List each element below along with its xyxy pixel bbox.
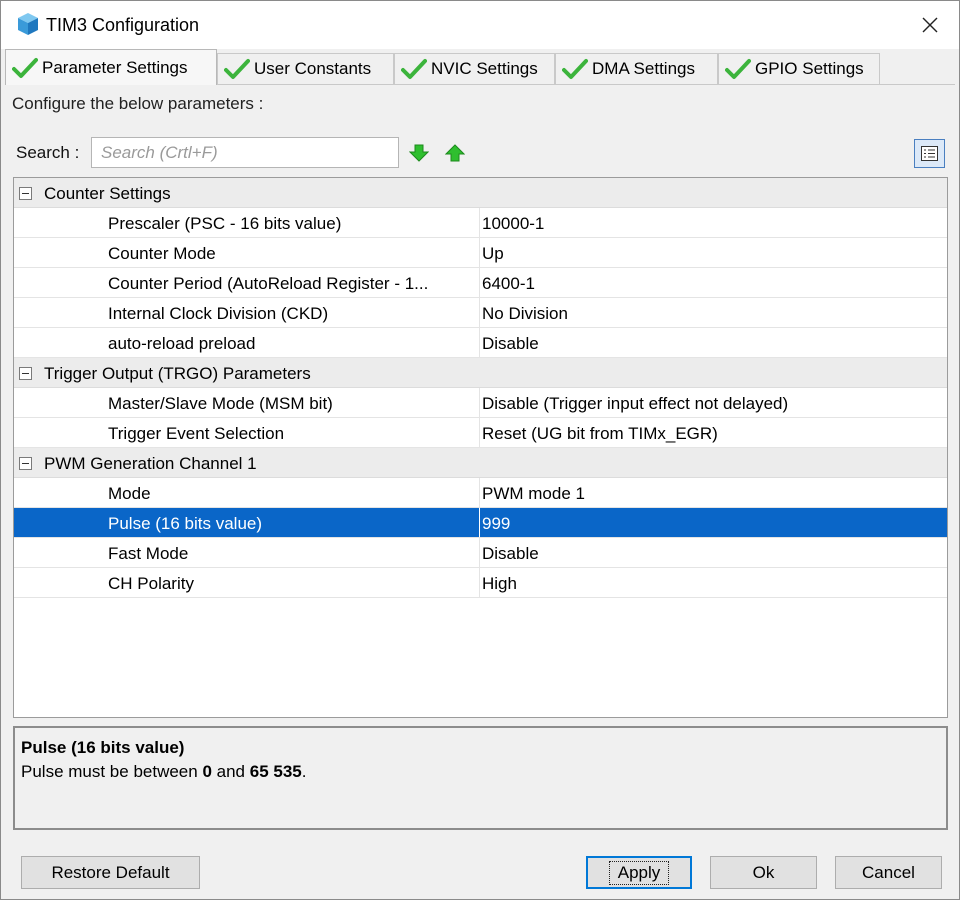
tab-label: NVIC Settings [431, 59, 538, 78]
description-text: Pulse must be between 0 and 65 535. [21, 762, 306, 782]
collapse-icon[interactable] [19, 367, 32, 380]
table-row[interactable]: auto-reload preload Disable [14, 328, 947, 358]
param-name: Trigger Event Selection [108, 424, 285, 443]
table-row[interactable]: Internal Clock Division (CKD) No Divisio… [14, 298, 947, 328]
column-divider [479, 508, 480, 537]
description-max: 65 535 [249, 762, 302, 781]
cube-icon [18, 13, 38, 35]
check-icon [224, 59, 250, 79]
button-label: Restore Default [51, 862, 170, 882]
param-name: Prescaler (PSC - 16 bits value) [108, 214, 342, 233]
param-value[interactable]: Disable (Trigger input effect not delaye… [482, 394, 788, 414]
param-value[interactable]: Disable [482, 334, 539, 354]
param-name: Mode [108, 484, 151, 503]
param-value[interactable]: PWM mode 1 [482, 484, 585, 504]
param-value[interactable]: 10000-1 [482, 214, 544, 234]
column-divider [479, 268, 480, 297]
column-divider [479, 568, 480, 597]
column-divider [479, 418, 480, 447]
check-icon [12, 57, 38, 78]
description-title: Pulse (16 bits value) [21, 738, 185, 757]
group-label: Counter Settings [44, 184, 171, 203]
group-label: PWM Generation Channel 1 [44, 454, 257, 473]
tab-label: DMA Settings [592, 59, 695, 78]
table-row[interactable]: Prescaler (PSC - 16 bits value) 10000-1 [14, 208, 947, 238]
tab-dma-settings[interactable]: DMA Settings [555, 53, 718, 84]
param-value[interactable]: Reset (UG bit from TIMx_EGR) [482, 424, 718, 444]
tab-parameter-settings[interactable]: Parameter Settings [5, 49, 217, 85]
tab-gpio-settings[interactable]: GPIO Settings [718, 53, 880, 84]
description-min: 0 [202, 762, 212, 781]
list-icon [921, 146, 938, 161]
param-name: Master/Slave Mode (MSM bit) [108, 394, 333, 413]
parameter-table: Counter Settings Prescaler (PSC - 16 bit… [13, 177, 948, 718]
button-label: Cancel [862, 862, 915, 882]
param-value[interactable]: Disable [482, 544, 539, 564]
tab-label: Parameter Settings [42, 57, 188, 77]
restore-default-button[interactable]: Restore Default [21, 856, 200, 889]
table-row[interactable]: Trigger Event Selection Reset (UG bit fr… [14, 418, 947, 448]
param-name: CH Polarity [108, 574, 194, 593]
collapse-icon[interactable] [19, 457, 32, 470]
group-trigger-output[interactable]: Trigger Output (TRGO) Parameters [14, 358, 947, 388]
button-label: Ok [752, 862, 775, 882]
param-value[interactable]: 6400-1 [482, 274, 535, 294]
check-icon [725, 59, 751, 79]
table-row-selected[interactable]: Pulse (16 bits value) 999 [14, 508, 947, 538]
column-divider [479, 538, 480, 567]
close-button[interactable] [901, 1, 959, 49]
tab-label: GPIO Settings [755, 59, 864, 78]
arrow-up-icon[interactable] [445, 143, 465, 163]
column-divider [479, 478, 480, 507]
group-label: Trigger Output (TRGO) Parameters [44, 364, 311, 383]
table-row[interactable]: Counter Mode Up [14, 238, 947, 268]
description-suffix: . [301, 762, 307, 781]
param-name: Counter Mode [108, 244, 216, 263]
column-divider [479, 298, 480, 327]
table-row[interactable]: Mode PWM mode 1 [14, 478, 947, 508]
param-value[interactable]: No Division [482, 304, 568, 324]
param-name: Counter Period (AutoReload Register - 1.… [108, 274, 429, 293]
param-name: Pulse (16 bits value) [108, 514, 263, 533]
configure-label: Configure the below parameters : [12, 94, 264, 113]
apply-button[interactable]: Apply [586, 856, 692, 889]
description-panel: Pulse (16 bits value) Pulse must be betw… [13, 726, 948, 830]
button-label: Apply [608, 860, 670, 885]
arrow-down-icon[interactable] [409, 143, 429, 163]
search-label: Search : [16, 143, 80, 162]
tab-label: User Constants [254, 59, 372, 78]
table-row[interactable]: Master/Slave Mode (MSM bit) Disable (Tri… [14, 388, 947, 418]
tab-strip: Parameter Settings User Constants NVIC S… [5, 49, 957, 85]
param-value[interactable]: Up [482, 244, 504, 264]
ok-button[interactable]: Ok [710, 856, 817, 889]
param-name: auto-reload preload [108, 334, 256, 353]
collapse-icon[interactable] [19, 187, 32, 200]
tab-user-constants[interactable]: User Constants [217, 53, 394, 84]
description-middle: and [211, 762, 250, 781]
close-icon [922, 17, 938, 33]
param-name: Internal Clock Division (CKD) [108, 304, 329, 323]
window-title: TIM3 Configuration [46, 15, 200, 35]
check-icon [401, 59, 427, 79]
title-bar: TIM3 Configuration [1, 1, 959, 49]
table-row[interactable]: Counter Period (AutoReload Register - 1.… [14, 268, 947, 298]
param-value[interactable]: High [482, 574, 517, 594]
list-view-toggle-button[interactable] [914, 139, 945, 168]
cancel-button[interactable]: Cancel [835, 856, 942, 889]
dialog-window: TIM3 Configuration Parameter Settings Us… [0, 0, 960, 900]
table-row[interactable]: Fast Mode Disable [14, 538, 947, 568]
column-divider [479, 328, 480, 357]
column-divider [479, 208, 480, 237]
search-input[interactable] [91, 137, 399, 168]
param-name: Fast Mode [108, 544, 189, 563]
tab-nvic-settings[interactable]: NVIC Settings [394, 53, 555, 84]
column-divider [479, 238, 480, 267]
column-divider [479, 388, 480, 417]
check-icon [562, 59, 588, 79]
table-row[interactable]: CH Polarity High [14, 568, 947, 598]
description-prefix: Pulse must be between [21, 762, 203, 781]
group-counter-settings[interactable]: Counter Settings [14, 178, 947, 208]
param-value[interactable]: 999 [482, 514, 510, 534]
group-pwm-generation-channel-1[interactable]: PWM Generation Channel 1 [14, 448, 947, 478]
